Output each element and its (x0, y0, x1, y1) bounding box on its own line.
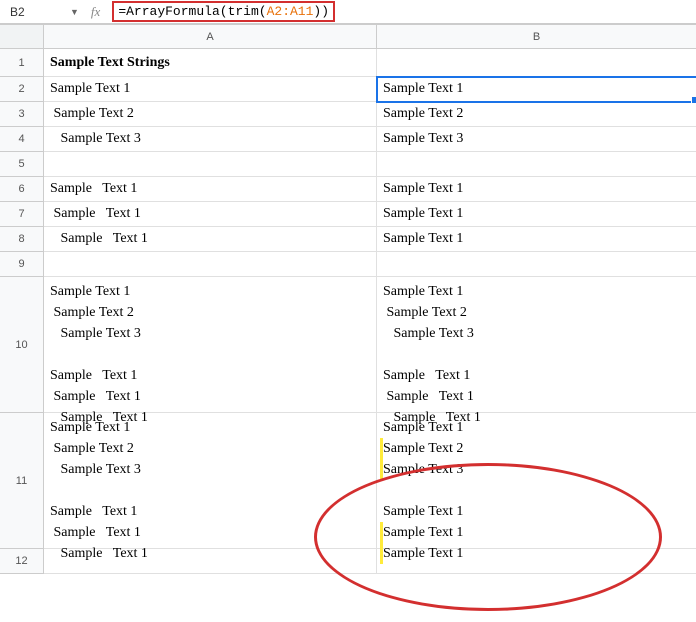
name-box-dropdown-icon[interactable]: ▼ (70, 7, 79, 17)
cell-b11-line-highlighted: Sample Text 2 (380, 438, 463, 459)
cell-a1[interactable]: Sample Text Strings (44, 49, 377, 77)
cell-b10-line: Sample Text 1 (383, 281, 463, 302)
cell-a11-line (50, 480, 54, 501)
cell-b4[interactable]: Sample Text 3 (377, 127, 696, 152)
cell-a11-line: Sample Text 1 (50, 522, 141, 543)
formula-function-trim: trim (228, 4, 259, 19)
cell-a7[interactable]: Sample Text 1 (44, 202, 377, 227)
formula-bar: B2 ▼ fx = ArrayFormula ( trim ( A2:A11 )… (0, 0, 696, 24)
cell-b2-active[interactable]: Sample Text 1 (377, 77, 696, 102)
cell-b10-line: Sample Text 3 (383, 323, 474, 344)
cell-b10-line: Sample Text 1 (383, 365, 470, 386)
row-header-1[interactable]: 1 (0, 49, 44, 77)
cell-a10-line: Sample Text 2 (50, 302, 134, 323)
row-header-6[interactable]: 6 (0, 177, 44, 202)
cell-b10-line: Sample Text 1 (383, 386, 474, 407)
row-header-9[interactable]: 9 (0, 252, 44, 277)
formula-close-parens: )) (313, 4, 329, 19)
row-header-5[interactable]: 5 (0, 152, 44, 177)
cell-b8[interactable]: Sample Text 1 (377, 227, 696, 252)
cell-b3[interactable]: Sample Text 2 (377, 102, 696, 127)
cell-b11-line-highlighted: Sample Text 3 (380, 459, 463, 480)
row-header-11[interactable]: 11 (0, 413, 44, 549)
cell-b10[interactable]: Sample Text 1 Sample Text 2 Sample Text … (377, 277, 696, 413)
fx-icon: fx (85, 4, 106, 20)
cell-b11-line-highlighted: Sample Text 1 (380, 522, 463, 543)
cell-a4[interactable]: Sample Text 3 (44, 127, 377, 152)
row-header-12[interactable]: 12 (0, 549, 44, 574)
formula-input[interactable]: = ArrayFormula ( trim ( A2:A11 )) (112, 1, 335, 22)
cell-a12[interactable] (44, 549, 377, 574)
cell-b7[interactable]: Sample Text 1 (377, 202, 696, 227)
cell-a10-line: Sample Text 1 (50, 386, 141, 407)
cell-a10-line (50, 344, 54, 365)
cell-a11-line: Sample Text 1 (50, 501, 137, 522)
cell-a10-line: Sample Text 1 (50, 365, 137, 386)
cell-a6[interactable]: Sample Text 1 (44, 177, 377, 202)
cell-b9[interactable] (377, 252, 696, 277)
formula-open-paren: ( (220, 4, 228, 19)
cell-a10-line: Sample Text 1 (50, 281, 130, 302)
cell-b12[interactable] (377, 549, 696, 574)
cell-b10-line (383, 344, 387, 365)
cell-b10-line: Sample Text 2 (383, 302, 467, 323)
row-header-8[interactable]: 8 (0, 227, 44, 252)
cell-a11-line: Sample Text 2 (50, 438, 134, 459)
spreadsheet-grid[interactable]: A B 1 Sample Text Strings 2 Sample Text … (0, 24, 696, 574)
formula-open-paren-2: ( (259, 4, 267, 19)
cell-a11[interactable]: Sample Text 1 Sample Text 2 Sample Text … (44, 413, 377, 549)
cell-b5[interactable] (377, 152, 696, 177)
cell-a11-line: Sample Text 1 (50, 417, 130, 438)
cell-a2[interactable]: Sample Text 1 (44, 77, 377, 102)
row-header-2[interactable]: 2 (0, 77, 44, 102)
cell-a10[interactable]: Sample Text 1 Sample Text 2 Sample Text … (44, 277, 377, 413)
name-box[interactable]: B2 (4, 5, 64, 19)
row-header-7[interactable]: 7 (0, 202, 44, 227)
formula-range: A2:A11 (267, 4, 314, 19)
row-header-10[interactable]: 10 (0, 277, 44, 413)
row-header-4[interactable]: 4 (0, 127, 44, 152)
cell-a9[interactable] (44, 252, 377, 277)
column-header-a[interactable]: A (44, 25, 377, 49)
cell-b11-line: Sample Text 1 (383, 417, 463, 438)
formula-function-arrayformula: ArrayFormula (126, 4, 220, 19)
row-header-3[interactable]: 3 (0, 102, 44, 127)
select-all-corner[interactable] (0, 25, 44, 49)
cell-b11-line: Sample Text 1 (383, 501, 463, 522)
column-header-b[interactable]: B (377, 25, 696, 49)
cell-b1[interactable] (377, 49, 696, 77)
cell-b6[interactable]: Sample Text 1 (377, 177, 696, 202)
cell-a10-line: Sample Text 3 (50, 323, 141, 344)
cell-b11[interactable]: Sample Text 1 Sample Text 2 Sample Text … (377, 413, 696, 549)
cell-b11-line (383, 480, 387, 501)
cell-a11-line: Sample Text 3 (50, 459, 141, 480)
cell-a8[interactable]: Sample Text 1 (44, 227, 377, 252)
cell-a5[interactable] (44, 152, 377, 177)
formula-equals: = (118, 4, 126, 19)
cell-a3[interactable]: Sample Text 2 (44, 102, 377, 127)
